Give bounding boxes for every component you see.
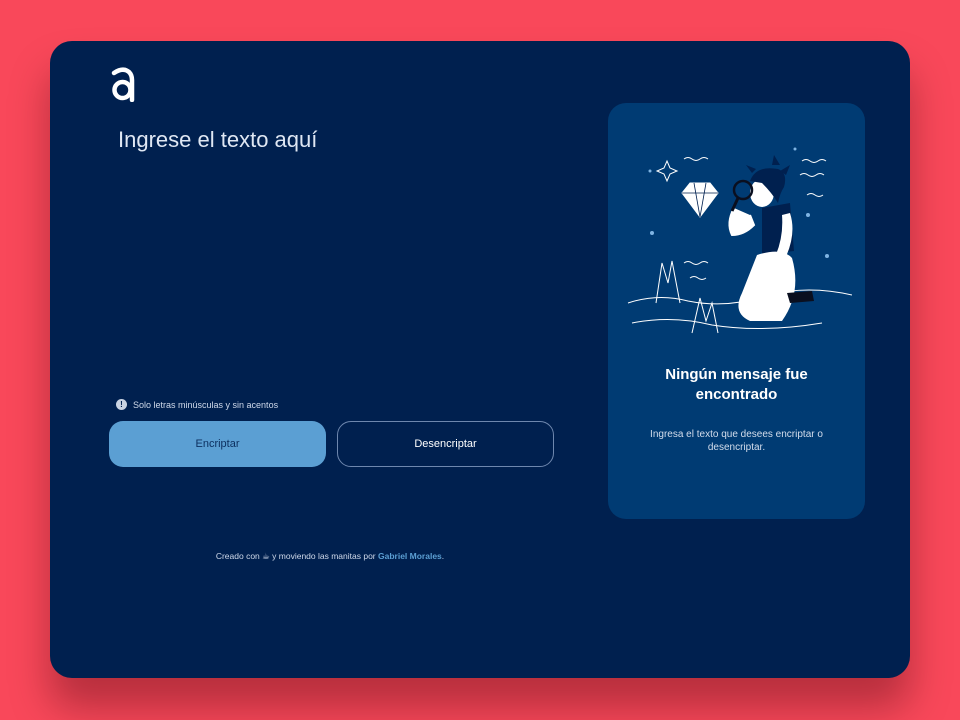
- coffee-icon: ☕: [262, 551, 270, 561]
- message-input[interactable]: [110, 121, 550, 381]
- encrypt-button[interactable]: Encriptar: [109, 421, 326, 467]
- footer-prefix: Creado con: [215, 551, 260, 561]
- alura-logo-icon: [111, 67, 135, 102]
- info-icon: !: [116, 399, 127, 410]
- footer-middle: y moviendo las manitas por: [272, 551, 376, 561]
- hint-text: Solo letras minúsculas y sin acentos: [133, 399, 279, 410]
- author-link[interactable]: Gabriel Morales: [378, 551, 442, 561]
- footer-suffix: .: [441, 551, 445, 561]
- person-with-magnifying-glass-illustration: [627, 147, 852, 334]
- empty-state-title: Ningún mensaje fue encontrado: [665, 366, 808, 403]
- app-panel: ! Solo letras minúsculas y sin acentos E…: [50, 41, 910, 678]
- footer: Creado con ☕ y moviendo las manitas por …: [50, 551, 610, 562]
- decrypt-button[interactable]: Desencriptar: [337, 421, 554, 467]
- empty-state-text: Ingresa el texto que desees encriptar o …: [650, 429, 823, 453]
- hint: ! Solo letras minúsculas y sin acentos: [116, 399, 278, 410]
- output-card: Ningún mensaje fue encontrado Ingresa el…: [608, 103, 865, 519]
